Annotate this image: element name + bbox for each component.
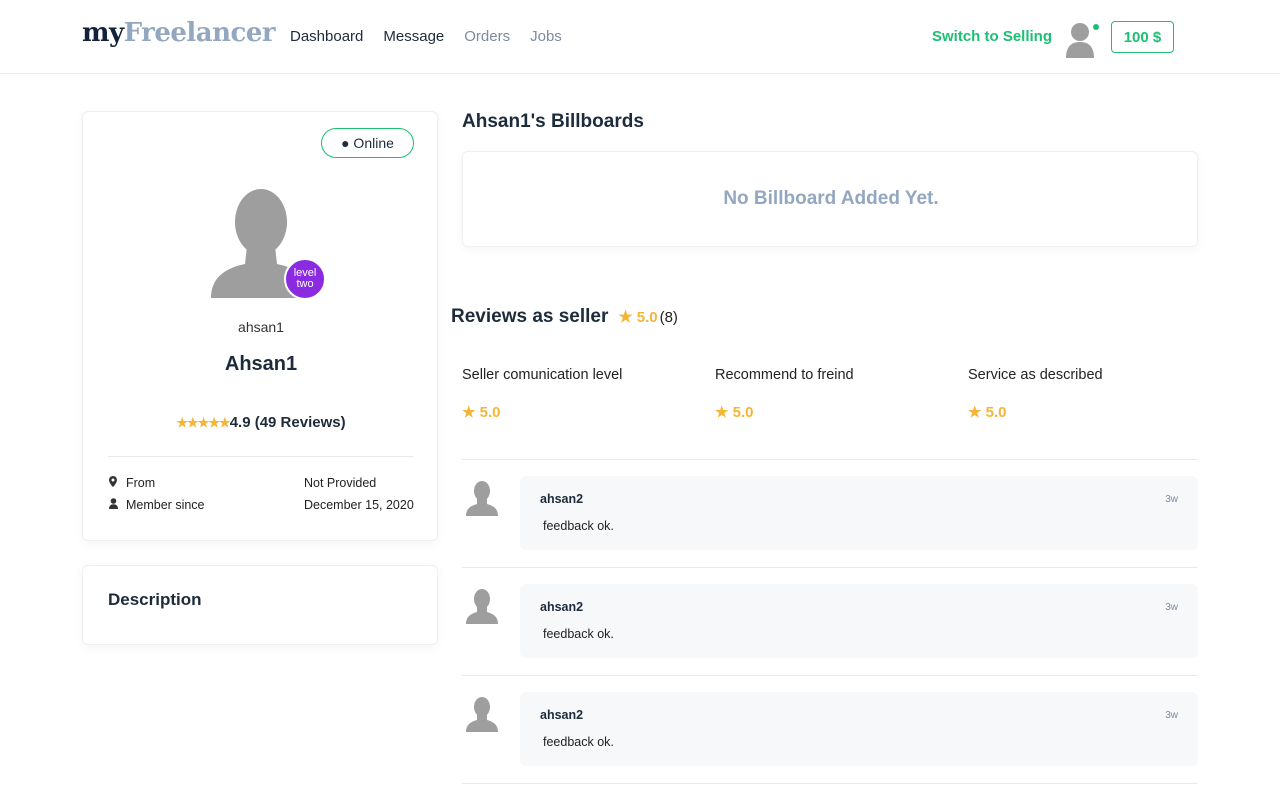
divider (462, 783, 1198, 784)
reviews-title: Reviews as seller (451, 306, 609, 327)
level-badge-line2: two (296, 278, 314, 290)
star-icon: ★ (715, 404, 729, 421)
reviewer-avatar-icon (466, 481, 498, 516)
nav-message[interactable]: Message (383, 28, 444, 45)
star-icon: ★ (462, 404, 476, 421)
billboards-card: No Billboard Added Yet. (462, 151, 1198, 247)
review-bubble: ahsan2 3w feedback ok. (520, 692, 1198, 766)
map-marker-icon (108, 476, 118, 490)
member-since-row: Member since December 15, 2020 (108, 498, 414, 512)
member-since-value: December 15, 2020 (304, 498, 414, 512)
divider (108, 456, 414, 457)
description-title: Description (108, 590, 202, 609)
review-time: 3w (1165, 494, 1178, 505)
criteria-recommend: Recommend to freind ★ 5.0 (715, 367, 945, 421)
from-label: From (126, 476, 156, 490)
criteria-score: ★ 5.0 (715, 403, 945, 421)
profile-card: ● Online level two ahsan1 Ahsan1 ★★★★★4.… (82, 111, 438, 541)
review-time: 3w (1165, 710, 1178, 721)
billboards-title: Ahsan1's Billboards (462, 111, 644, 132)
criteria-score: ★ 5.0 (462, 403, 692, 421)
divider (462, 567, 1198, 568)
criteria-service: Service as described ★ 5.0 (968, 367, 1198, 421)
username-handle: ahsan1 (238, 319, 284, 335)
criteria-label: Seller comunication level (462, 367, 623, 383)
reviewer-avatar-icon (466, 589, 498, 624)
review-bubble: ahsan2 3w feedback ok. (520, 584, 1198, 658)
from-row: From Not Provided (108, 476, 414, 490)
reviewer-name[interactable]: ahsan2 (540, 708, 583, 722)
logo-part-freelancer: Freelancer (123, 18, 276, 48)
top-navbar: myFreelancer Dashboard Message Orders Jo… (0, 0, 1280, 74)
seller-level-badge: level two (284, 258, 326, 300)
nav-orders[interactable]: Orders (464, 28, 510, 45)
review-time: 3w (1165, 602, 1178, 613)
divider (462, 459, 1198, 460)
criteria-value: 5.0 (479, 404, 501, 421)
divider (462, 675, 1198, 676)
reviews-header: Reviews as seller ★ 5.0 (8) (451, 306, 678, 328)
reviews-count: (8) (659, 308, 678, 326)
billboards-empty-text: No Billboard Added Yet. (723, 188, 939, 209)
star-icon: ★ (618, 309, 633, 326)
switch-to-selling-link[interactable]: Switch to Selling (932, 28, 1052, 45)
reviewer-name[interactable]: ahsan2 (540, 492, 583, 506)
criteria-label: Service as described (968, 367, 1103, 383)
review-item: ahsan2 3w feedback ok. (462, 476, 1198, 552)
display-name: Ahsan1 (224, 353, 298, 375)
criteria-label: Recommend to freind (715, 367, 854, 383)
criteria-communication: Seller comunication level ★ 5.0 (462, 367, 692, 421)
online-status-badge: ● Online (321, 128, 414, 158)
review-message: feedback ok. (543, 519, 614, 533)
user-icon (108, 498, 118, 512)
star-icon: ★ (968, 404, 982, 421)
reviewer-avatar-icon (466, 697, 498, 732)
review-item: ahsan2 3w feedback ok. (462, 692, 1198, 768)
nav-jobs[interactable]: Jobs (530, 28, 562, 45)
criteria-value: 5.0 (985, 404, 1007, 421)
review-item: ahsan2 3w feedback ok. (462, 584, 1198, 660)
star-rating-icons: ★★★★★ (176, 415, 230, 430)
main-nav: Dashboard Message Orders Jobs (290, 28, 582, 45)
review-message: feedback ok. (543, 627, 614, 641)
review-message: feedback ok. (543, 735, 614, 749)
logo[interactable]: myFreelancer (82, 18, 276, 48)
reviews-score: 5.0 (636, 308, 658, 326)
nav-dashboard[interactable]: Dashboard (290, 28, 363, 45)
logo-part-my: my (82, 18, 124, 48)
online-status-dot (1093, 24, 1099, 30)
balance-button[interactable]: 100 $ (1111, 21, 1174, 53)
from-value: Not Provided (304, 476, 377, 490)
description-card: Description (82, 565, 438, 645)
profile-rating: ★★★★★4.9 (49 Reviews) (83, 414, 439, 431)
rating-text: 4.9 (49 Reviews) (229, 414, 346, 431)
criteria-value: 5.0 (732, 404, 754, 421)
criteria-score: ★ 5.0 (968, 403, 1198, 421)
member-since-label: Member since (126, 498, 205, 512)
reviewer-name[interactable]: ahsan2 (540, 600, 583, 614)
review-bubble: ahsan2 3w feedback ok. (520, 476, 1198, 550)
